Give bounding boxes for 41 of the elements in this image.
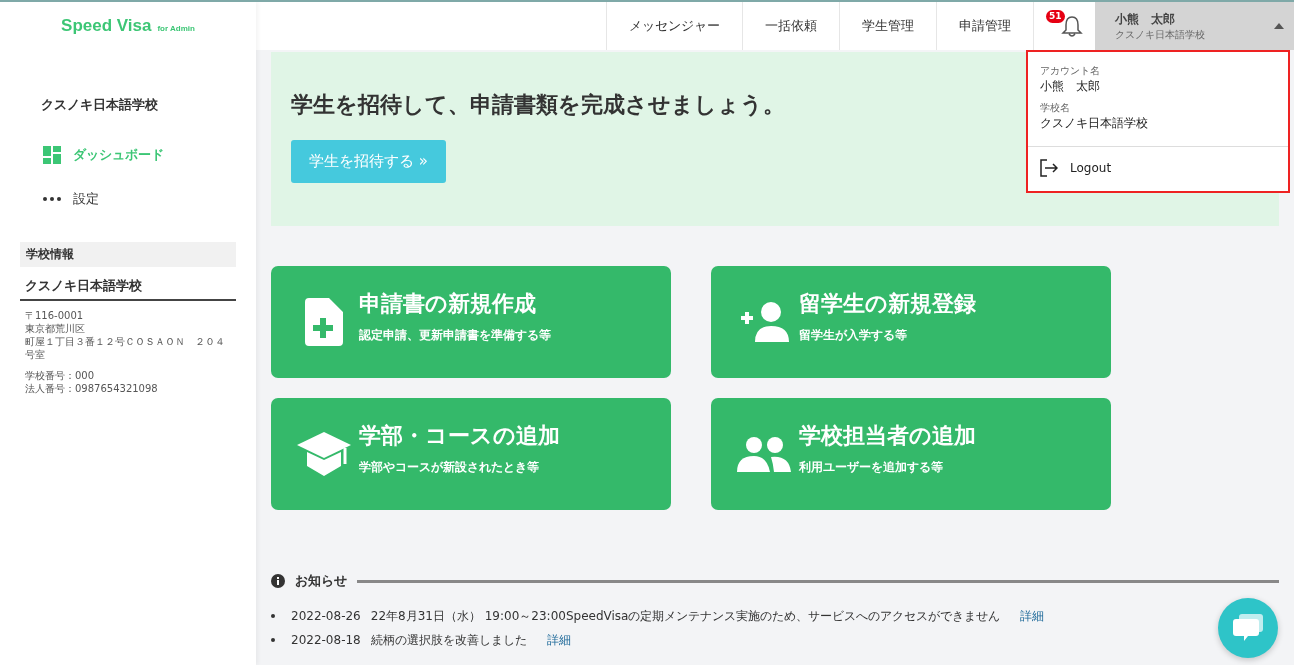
section-heading: 学校情報 (20, 242, 236, 267)
nav-link[interactable]: 学生管理 (839, 2, 936, 50)
bullet-icon (271, 638, 275, 642)
logout-icon (1040, 159, 1058, 177)
notice-date: 2022-08-26 (291, 609, 361, 623)
info-icon (271, 574, 285, 588)
notice-text: 22年8月31日（水） 19:00～23:00SpeedVisaの定期メンテナンス実施のため、サービスへのアクセスができません (370, 607, 1001, 625)
notification-badge: 51 (1046, 10, 1065, 23)
logout-link[interactable]: Logout (1028, 146, 1288, 191)
logo-text: Speed Visa (61, 16, 152, 36)
detail-link[interactable]: 詳細 (1020, 607, 1045, 625)
bell-icon[interactable] (1060, 14, 1083, 38)
caret-icon (1274, 23, 1284, 29)
field-label: 学校名 (1040, 101, 1071, 115)
notice-date: 2022-08-18 (291, 633, 361, 647)
detail-link[interactable]: 詳細 (546, 631, 571, 649)
chat-icon (1233, 614, 1263, 642)
school-name: クスノキ日本語学校 (20, 267, 236, 301)
banner-title: 学生を招待して、申請書類を完成させましょう。 (291, 91, 785, 119)
field-value: 小熊 太郎 (1040, 78, 1101, 95)
logo-subtitle: for Admin (157, 24, 195, 33)
sidebar-item[interactable]: 設定 (43, 164, 256, 208)
dashboard-icon (43, 146, 61, 164)
school-number: 学校番号：000 (25, 369, 96, 382)
user-menu[interactable]: 小熊 太郎 クスノキ日本語学校 (1095, 2, 1294, 50)
address-line: 東京都荒川区 (25, 322, 86, 335)
graduation-cap-icon (297, 432, 351, 476)
nav-link[interactable]: メッセンジャー (606, 2, 742, 50)
nav-link[interactable]: 一括依頼 (742, 2, 839, 50)
section-heading: お知らせ (295, 572, 347, 590)
more-icon (43, 197, 61, 201)
bullet-icon (271, 614, 275, 618)
users-icon (737, 436, 791, 472)
document-add-icon (305, 298, 343, 346)
school-number: 法人番号：0987654321098 (25, 382, 159, 395)
school-name: クスノキ日本語学校 (41, 96, 159, 114)
notice-text: 続柄の選択肢を改善しました (370, 631, 527, 649)
field-label: アカウント名 (1040, 64, 1101, 78)
address-line: 〒116-0001 (25, 309, 85, 322)
address-line: 町屋１丁目３番１２号ＣＯＳＡＯＮ ２０４号室 (25, 335, 226, 361)
field-value: クスノキ日本語学校 (1040, 115, 1149, 132)
